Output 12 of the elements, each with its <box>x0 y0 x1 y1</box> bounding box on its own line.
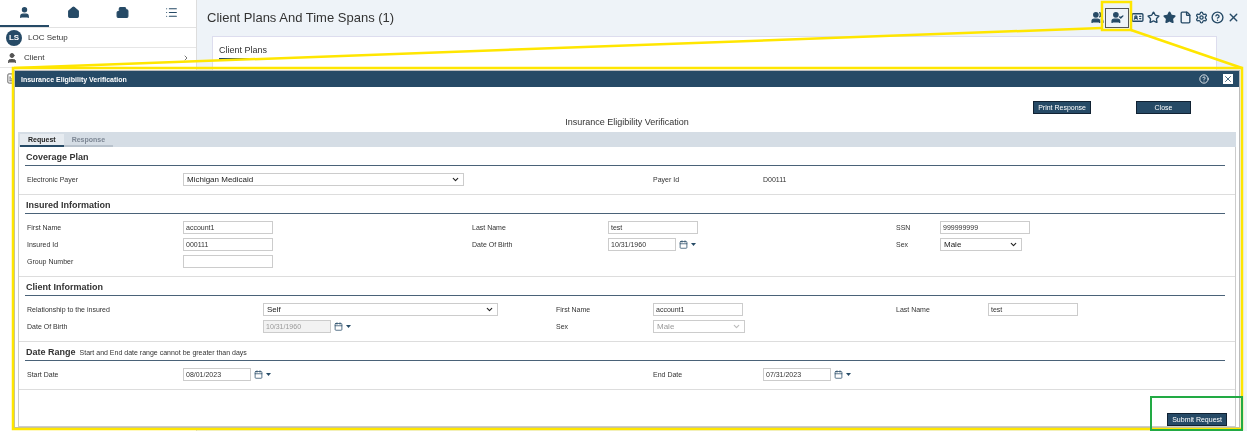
dropdown[interactable]: Michigan Medicaid <box>183 173 464 186</box>
section-title: Insured Information <box>26 200 111 210</box>
dropdown[interactable]: Male <box>940 238 1022 251</box>
dialog-heading: Insurance Eligibility Verification <box>565 117 689 127</box>
dropdown[interactable]: Self <box>263 303 498 316</box>
section-title: Date Range <box>26 347 76 357</box>
sidebar-item[interactable]: Client <box>0 48 196 68</box>
section-title: Coverage Plan <box>26 152 89 162</box>
section-title: Client Information <box>26 282 103 292</box>
card-tab[interactable]: Client Plans <box>219 45 268 60</box>
sidebar-item[interactable]: LS LOC Setup <box>0 28 196 48</box>
page-title: Client Plans And Time Spans (1) <box>207 10 395 25</box>
